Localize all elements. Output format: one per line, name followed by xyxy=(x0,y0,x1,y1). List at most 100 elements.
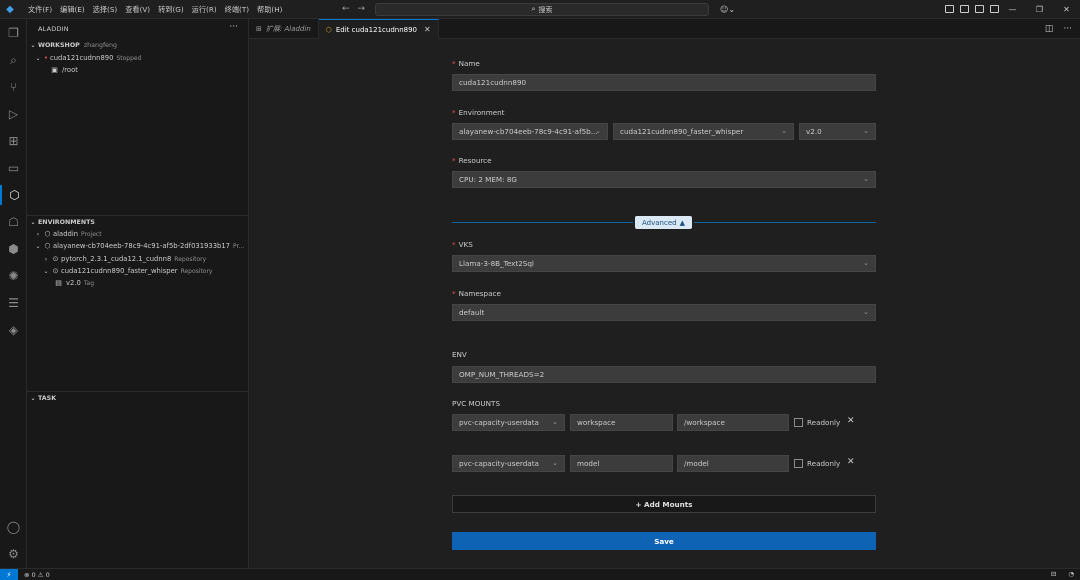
menu-file[interactable]: 文件(F) xyxy=(24,0,56,19)
command-search-box[interactable]: ⌕ 搜索 xyxy=(375,3,709,16)
forward-arrow-icon[interactable]: → xyxy=(358,0,366,19)
tab-label: Edit cuda121cudnn890 xyxy=(335,25,417,34)
chevron-down-icon: ⌄ xyxy=(30,218,36,226)
package-icon[interactable]: ⬢ xyxy=(0,239,27,259)
nav-arrows: ← → xyxy=(342,0,365,19)
chevron-down-icon: ⌄ xyxy=(552,459,558,467)
advanced-divider-left xyxy=(452,222,633,223)
back-arrow-icon[interactable]: ← xyxy=(342,0,350,19)
remote-indicator-icon[interactable]: ⚡ xyxy=(0,568,18,580)
remove-mount-icon[interactable]: ✕ xyxy=(847,416,855,426)
toggle-panel-icon[interactable] xyxy=(975,5,984,13)
extensions-icon[interactable]: ⊞ xyxy=(0,131,27,151)
manage-gear-icon[interactable]: ⚙ xyxy=(0,544,27,564)
chevron-down-icon: ⌄ xyxy=(781,127,787,135)
namespace-label: * Namespace xyxy=(452,289,501,298)
chevron-down-icon: ⌄ xyxy=(863,308,869,316)
remote-explorer-icon[interactable]: ▭ xyxy=(0,158,27,178)
search-view-icon[interactable]: ⌕ xyxy=(0,50,27,70)
tree-item-pytorch[interactable]: › ⊙ pytorch_2.3.1_cuda12.1_cudnn8 Reposi… xyxy=(27,253,249,265)
cube-icon: ⬡ xyxy=(44,230,51,238)
chevron-down-icon: ⌄ xyxy=(863,127,869,135)
tab-edit-cuda[interactable]: ⬡ Edit cuda121cudnn890 ✕ xyxy=(318,19,439,39)
remove-mount-icon[interactable]: ✕ xyxy=(847,457,855,467)
chevron-down-icon: ⌄ xyxy=(35,54,41,62)
search-label: 搜索 xyxy=(538,5,553,14)
menu-go[interactable]: 转到(G) xyxy=(154,0,188,19)
menu-edit[interactable]: 编辑(E) xyxy=(56,0,89,19)
mount-path-input[interactable]: /workspace xyxy=(677,414,789,431)
database-icon[interactable]: ☰ xyxy=(0,293,27,313)
menu-run[interactable]: 运行(R) xyxy=(188,0,221,19)
readonly-checkbox[interactable] xyxy=(794,418,803,427)
status-right: ⊟ ◔ xyxy=(1051,569,1074,580)
env-variable-input[interactable]: OMP_NUM_THREADS=2 xyxy=(452,366,876,383)
tree-item-label: alayanew-cb704eeb-78c9-4c91-af5b-2df0319… xyxy=(53,242,230,250)
close-tab-icon[interactable]: ✕ xyxy=(424,25,431,34)
save-button[interactable]: Save xyxy=(452,532,876,550)
mount-subpath-input[interactable]: workspace xyxy=(570,414,673,431)
task-section-header[interactable]: ⌄ TASK xyxy=(27,391,249,405)
caret-up-icon: ▲ xyxy=(679,218,685,227)
name-input[interactable]: cuda121cudnn890 xyxy=(452,74,876,91)
menu-bar: 文件(F) 编辑(E) 选择(S) 查看(V) 转到(G) 运行(R) 终端(T… xyxy=(24,0,286,19)
port-forward-icon[interactable]: ⊟ xyxy=(1051,569,1056,580)
mount-path-input[interactable]: /model xyxy=(677,455,789,472)
environments-section-header[interactable]: ⌄ ENVIRONMENTS xyxy=(27,215,249,229)
mount-pvc-select[interactable]: pvc-capacity-userdata ⌄ xyxy=(452,455,565,472)
workshop-user: zhangfeng xyxy=(83,41,118,49)
tree-item-faster-whisper[interactable]: ⌄ ⊙ cuda121cudnn890_faster_whisper Repos… xyxy=(27,265,249,277)
tree-item-workshop-instance[interactable]: ⌄ • cuda121cudnn890 Stopped xyxy=(27,52,249,64)
restore-icon[interactable]: ❐ xyxy=(1026,0,1053,19)
settings-gear-extension-icon[interactable]: ✺ xyxy=(0,266,27,286)
close-window-icon[interactable]: ✕ xyxy=(1053,0,1080,19)
root-path: /root xyxy=(62,66,78,74)
minimize-icon[interactable]: — xyxy=(999,0,1026,19)
problems-count[interactable]: ⊗ 0 ⚠ 0 xyxy=(24,571,50,579)
chevron-down-icon: ⌄ xyxy=(863,259,869,267)
readonly-checkbox[interactable] xyxy=(794,459,803,468)
account-icon[interactable]: ◯ xyxy=(0,517,27,537)
namespace-select[interactable]: default ⌄ xyxy=(452,304,876,321)
workshop-section-header[interactable]: ⌄ WORKSHOP zhangfeng xyxy=(27,38,249,52)
more-tab-actions-icon[interactable]: ··· xyxy=(1063,19,1072,39)
advanced-label: Advanced xyxy=(642,218,677,227)
aladdin-icon[interactable]: ⬡ xyxy=(0,185,27,205)
mount-subpath-input[interactable]: model xyxy=(570,455,673,472)
environment-repo-select[interactable]: cuda121cudnn890_faster_whisper ⌄ xyxy=(613,123,794,140)
copilot-icon[interactable]: ☺⌄ xyxy=(720,0,735,19)
menu-help[interactable]: 帮助(H) xyxy=(253,0,286,19)
tab-extension-aladdin[interactable]: ⊞ 扩展: Aladdin xyxy=(249,19,319,39)
explorer-icon[interactable]: ❐ xyxy=(0,23,27,43)
environment-project-select[interactable]: alayanew-cb704eeb-78c9-4c91-af5b... ⌄ xyxy=(452,123,608,140)
robot-icon[interactable]: ☖ xyxy=(0,212,27,232)
layers-icon[interactable]: ◈ xyxy=(0,320,27,340)
source-control-icon[interactable]: ⑂ xyxy=(0,77,27,97)
add-mounts-button[interactable]: + Add Mounts xyxy=(452,495,876,513)
tree-item-alayanew[interactable]: ⌄ ⬡ alayanew-cb704eeb-78c9-4c91-af5b-2df… xyxy=(27,240,249,252)
mount-pvc-select[interactable]: pvc-capacity-userdata ⌄ xyxy=(452,414,565,431)
toggle-sidebar-icon[interactable] xyxy=(960,5,969,13)
vks-select[interactable]: Llama-3-8B_Text2Sql ⌄ xyxy=(452,255,876,272)
customize-layout-icon[interactable] xyxy=(945,5,954,13)
tree-item-tag[interactable]: ▤ v2.0 Tag xyxy=(27,277,249,289)
notifications-bell-icon[interactable]: ◔ xyxy=(1068,569,1074,580)
menu-selection[interactable]: 选择(S) xyxy=(89,0,122,19)
environment-tag-select[interactable]: v2.0 ⌄ xyxy=(799,123,876,140)
menu-view[interactable]: 查看(V) xyxy=(121,0,154,19)
name-label: * Name xyxy=(452,59,480,68)
chevron-down-icon: ⌄ xyxy=(35,242,41,250)
split-editor-icon[interactable]: ◫ xyxy=(1045,19,1054,39)
more-actions-icon[interactable]: ··· xyxy=(229,22,238,32)
advanced-toggle-button[interactable]: Advanced ▲ xyxy=(635,216,692,229)
resource-select[interactable]: CPU: 2 MEM: 8G ⌄ xyxy=(452,171,876,188)
tree-item-project[interactable]: › ⬡ aladdin Project xyxy=(27,228,249,240)
menu-terminal[interactable]: 终端(T) xyxy=(221,0,253,19)
vks-label: * VKS xyxy=(452,240,473,249)
tree-item-root[interactable]: ▣ /root xyxy=(27,64,249,76)
run-debug-icon[interactable]: ▷ xyxy=(0,104,27,124)
namespace-value: default xyxy=(459,308,485,317)
tree-item-desc: Tag xyxy=(83,279,95,287)
layout-controls xyxy=(945,0,999,13)
toggle-secondary-sidebar-icon[interactable] xyxy=(990,5,999,13)
